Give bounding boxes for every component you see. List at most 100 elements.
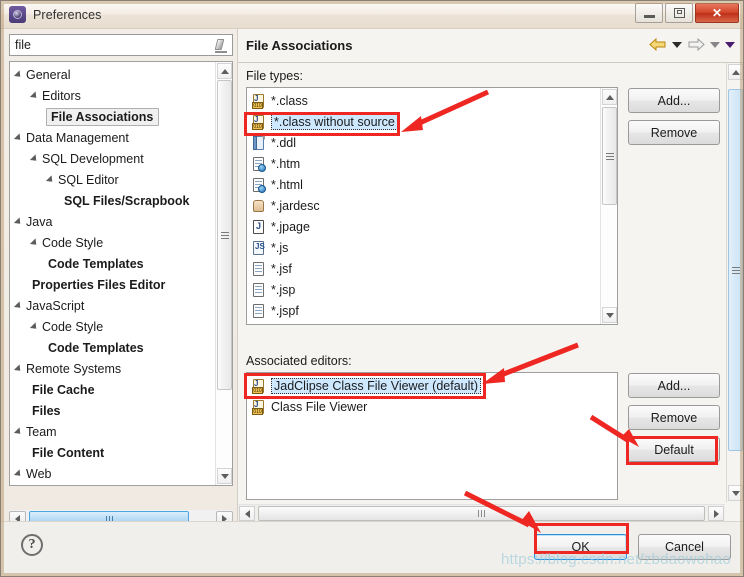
tree-item-code-templates[interactable]: Code Templates — [10, 253, 215, 274]
tree-item-sql-editor[interactable]: SQL Editor — [10, 169, 215, 190]
tree-item-javascript[interactable]: JavaScript — [10, 295, 215, 316]
view-menu-chevron-down-icon[interactable] — [725, 41, 735, 48]
maximize-button[interactable] — [665, 3, 693, 23]
tree-item-label: JavaScript — [26, 298, 85, 313]
tree-item-code-style[interactable]: Code Style — [10, 232, 215, 253]
remove-file-type-button[interactable]: Remove — [628, 120, 720, 145]
dialog-body: General Editors File Associations Data Mana… — [1, 29, 743, 576]
tree-item-css-files[interactable]: CSS Files — [10, 484, 215, 485]
tree-vertical-scrollbar[interactable] — [215, 62, 232, 485]
back-history-chevron-down-icon[interactable] — [672, 41, 682, 48]
tree-item-files[interactable]: Files — [10, 400, 215, 421]
page-scroll-right-button[interactable] — [708, 506, 724, 521]
close-button[interactable]: ✕ — [695, 3, 739, 23]
preferences-tree[interactable]: General Editors File Associations Data Mana… — [9, 61, 233, 486]
file-type-row[interactable]: *.htm — [247, 153, 599, 174]
eraser-icon[interactable] — [214, 38, 228, 53]
associated-editor-row[interactable]: J 010 JadClipse Class File Viewer (default… — [247, 375, 617, 396]
page-horizontal-scrollbar[interactable] — [238, 504, 725, 521]
page-hscroll-thumb[interactable] — [258, 506, 705, 521]
file-type-label: *.ddl — [271, 135, 297, 150]
expand-triangle-icon[interactable] — [13, 132, 24, 143]
tree-item-properties-files-editor[interactable]: Properties Files Editor — [10, 274, 215, 295]
grip-icon — [605, 151, 614, 162]
page-content: File types: J 010 *.class J 010 *.class witho… — [238, 63, 743, 521]
tree-item-code-templates[interactable]: Code Templates — [10, 337, 215, 358]
associated-editors-list[interactable]: J 010 JadClipse Class File Viewer (default… — [246, 372, 618, 500]
tree-item-editors[interactable]: Editors — [10, 85, 215, 106]
filter-search-box[interactable] — [9, 34, 233, 56]
file-types-scroll-thumb[interactable] — [602, 107, 617, 205]
file-type-row[interactable]: *.jsp — [247, 279, 599, 300]
tree-item-general[interactable]: General — [10, 64, 215, 85]
tree-item-label: Code Templates — [48, 256, 144, 271]
tree-item-label: Web — [26, 466, 52, 481]
page-scroll-left-button[interactable] — [239, 506, 255, 521]
expand-triangle-icon[interactable] — [13, 468, 24, 479]
file-type-row[interactable]: J 010 *.class — [247, 90, 599, 111]
tree-item-java[interactable]: Java — [10, 211, 215, 232]
file-types-scroll-down-button[interactable] — [602, 307, 617, 323]
tree-item-file-associations[interactable]: File Associations — [10, 106, 215, 127]
file-type-row[interactable]: JS *.js — [247, 237, 599, 258]
file-type-row[interactable]: J 010 *.class without source — [247, 111, 599, 132]
file-type-row[interactable]: *.jsf — [247, 258, 599, 279]
tree-item-file-cache[interactable]: File Cache — [10, 379, 215, 400]
expand-triangle-icon[interactable] — [29, 153, 40, 164]
forward-arrow-icon[interactable] — [687, 37, 705, 52]
tree-item-label: Data Management — [26, 130, 129, 145]
file-type-row[interactable]: J *.jpage — [247, 216, 599, 237]
remove-editor-button[interactable]: Remove — [628, 405, 720, 430]
tree-item-team[interactable]: Team — [10, 421, 215, 442]
expand-triangle-icon[interactable] — [45, 174, 56, 185]
expand-triangle-icon[interactable] — [13, 426, 24, 437]
minimize-button[interactable] — [635, 3, 663, 23]
page-scroll-thumb[interactable] — [728, 89, 743, 451]
expand-triangle-icon[interactable] — [13, 363, 24, 374]
file-types-scroll-up-button[interactable] — [602, 89, 617, 105]
tree-scroll-down-button[interactable] — [217, 468, 232, 484]
expand-triangle-icon[interactable] — [13, 69, 24, 80]
grip-icon — [220, 230, 229, 241]
file-type-row[interactable]: *.html — [247, 174, 599, 195]
expand-triangle-icon[interactable] — [29, 90, 40, 101]
expand-triangle-icon[interactable] — [29, 321, 40, 332]
page-scroll-up-button[interactable] — [728, 64, 743, 80]
file-type-row[interactable]: *.ddl — [247, 132, 599, 153]
add-file-type-button[interactable]: Add... — [628, 88, 720, 113]
tree-item-remote-systems[interactable]: Remote Systems — [10, 358, 215, 379]
java-class-icon: J 010 — [251, 399, 267, 415]
java-class-icon: J 010 — [251, 378, 267, 394]
file-associations-page: File Associations File types: J 010 *.cl… — [237, 29, 743, 521]
tree-item-sql-development[interactable]: SQL Development — [10, 148, 215, 169]
help-question-icon[interactable]: ? — [21, 534, 43, 556]
set-default-editor-button[interactable]: Default — [628, 437, 720, 462]
back-arrow-icon[interactable] — [649, 37, 667, 52]
file-type-row[interactable]: *.jardesc — [247, 195, 599, 216]
preferences-nav-pane: General Editors File Associations Data Mana… — [9, 34, 233, 506]
tree-item-code-style[interactable]: Code Style — [10, 316, 215, 337]
html-file-icon — [251, 156, 267, 172]
search-input[interactable] — [10, 38, 232, 52]
tree-item-web[interactable]: Web — [10, 463, 215, 484]
tree-scroll-thumb[interactable] — [217, 80, 232, 390]
file-types-scrollbar[interactable] — [600, 88, 617, 324]
tree-item-file-content[interactable]: File Content — [10, 442, 215, 463]
page-scroll-down-button[interactable] — [728, 485, 743, 501]
expand-triangle-icon[interactable] — [13, 216, 24, 227]
file-types-list[interactable]: J 010 *.class J 010 *.class without source *.d… — [246, 87, 618, 325]
expand-triangle-icon[interactable] — [29, 237, 40, 248]
tree-item-sql-files-scrapbook[interactable]: SQL Files/Scrapbook — [10, 190, 215, 211]
forward-history-chevron-down-icon[interactable] — [710, 41, 720, 48]
tree-scroll-up-button[interactable] — [217, 63, 232, 79]
associated-editors-label: Associated editors: — [246, 354, 352, 368]
file-type-label: *.class — [271, 93, 308, 108]
associated-editors-rows: J 010 JadClipse Class File Viewer (default… — [247, 375, 617, 417]
file-type-row[interactable]: *.jspf — [247, 300, 599, 321]
add-editor-button[interactable]: Add... — [628, 373, 720, 398]
page-vertical-scrollbar[interactable] — [726, 63, 743, 502]
file-types-label: File types: — [246, 69, 303, 83]
expand-triangle-icon[interactable] — [13, 300, 24, 311]
associated-editor-row[interactable]: J 010 Class File Viewer — [247, 396, 617, 417]
tree-item-data-management[interactable]: Data Management — [10, 127, 215, 148]
